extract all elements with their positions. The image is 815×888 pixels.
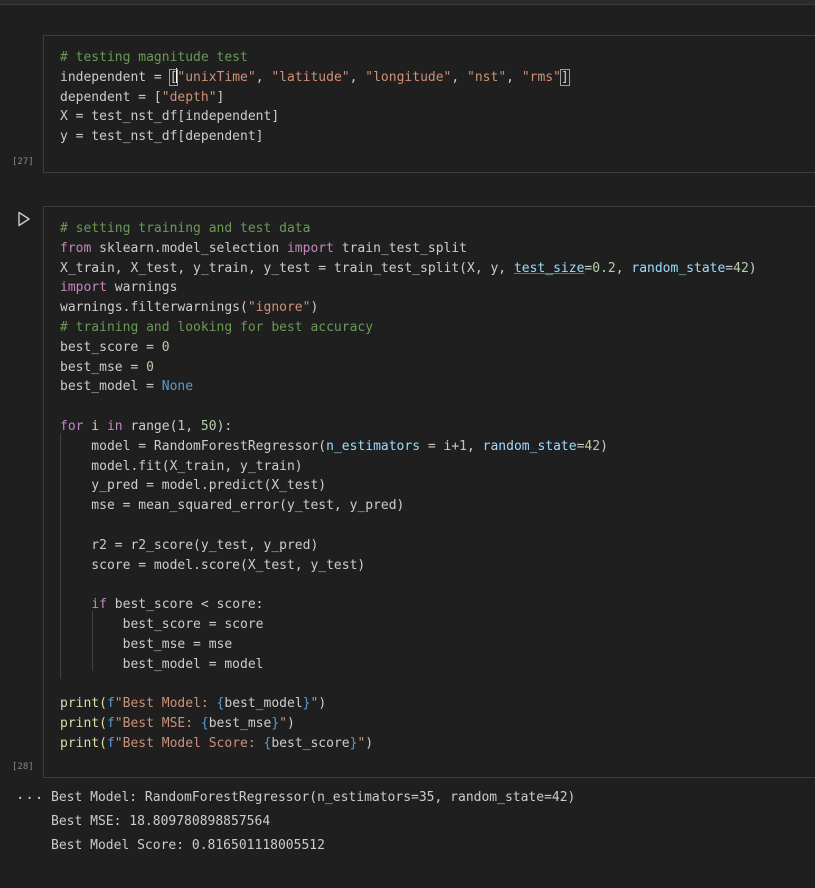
code-line: best_model = model	[60, 656, 264, 672]
code-line: y_pred = model.predict(X_test)	[60, 478, 327, 494]
code-line: X = test_nst_df[independent]	[60, 109, 280, 125]
code-line: best_mse = 0	[60, 359, 154, 375]
code-line: best_score = score	[60, 616, 264, 632]
code-line: score = model.score(X_test, y_test)	[60, 557, 366, 573]
code-line: if best_score < score:	[91, 597, 264, 613]
code-line: best_score = 0	[60, 339, 170, 355]
code-cell-2[interactable]: # setting training and test data from sk…	[43, 206, 815, 778]
bracket-match-close: ]	[559, 68, 570, 86]
execution-count: [27]	[12, 157, 34, 167]
code-line: # testing magnitude test	[60, 50, 248, 65]
code-line: best_model = None	[60, 379, 194, 395]
code-line: print(f"Best Model: {best_model}")	[60, 696, 327, 712]
code-cell-1[interactable]: # testing magnitude test independent = […	[43, 35, 815, 173]
play-icon	[18, 211, 30, 227]
execution-count: [28]	[12, 762, 34, 772]
code-line: r2 = r2_score(y_test, y_pred)	[60, 537, 319, 553]
code-line: from sklearn.model_selection import trai…	[60, 240, 468, 256]
output-line: Best MSE: 18.809780898857564	[51, 814, 271, 829]
code-editor[interactable]: # testing magnitude test independent = […	[60, 48, 570, 147]
code-line: import warnings	[60, 280, 178, 296]
code-line: model = RandomForestRegressor(n_estimato…	[60, 438, 608, 454]
code-line: X_train, X_test, y_train, y_test = train…	[60, 260, 757, 276]
code-line: for i in range(1, 50):	[60, 418, 233, 434]
code-line: print(f"Best Model Score: {best_score}")	[60, 735, 374, 751]
code-line: # training and looking for best accuracy	[60, 319, 374, 335]
code-line: independent = ["unixTime", "latitude", "…	[60, 67, 570, 86]
run-cell-button[interactable]	[15, 210, 33, 228]
code-line: mse = mean_squared_error(y_test, y_pred)	[60, 498, 405, 514]
output-line: Best Model Score: 0.816501118005512	[51, 838, 325, 853]
output-actions-toggle[interactable]: ...	[16, 787, 44, 803]
editor-top-border	[0, 0, 815, 5]
code-line: print(f"Best MSE: {best_mse}")	[60, 715, 295, 731]
code-line: y = test_nst_df[dependent]	[60, 129, 264, 145]
cell-output: Best Model: RandomForestRegressor(n_esti…	[51, 786, 575, 858]
code-line: # setting training and test data	[60, 221, 311, 236]
code-line: dependent = ["depth"]	[60, 89, 225, 105]
code-line: model.fit(X_train, y_train)	[60, 458, 303, 474]
output-line: Best Model: RandomForestRegressor(n_esti…	[51, 790, 576, 805]
code-line: best_mse = mse	[60, 636, 233, 652]
code-line: warnings.filterwarnings("ignore")	[60, 300, 319, 316]
code-editor[interactable]: # setting training and test data from sk…	[60, 219, 757, 754]
